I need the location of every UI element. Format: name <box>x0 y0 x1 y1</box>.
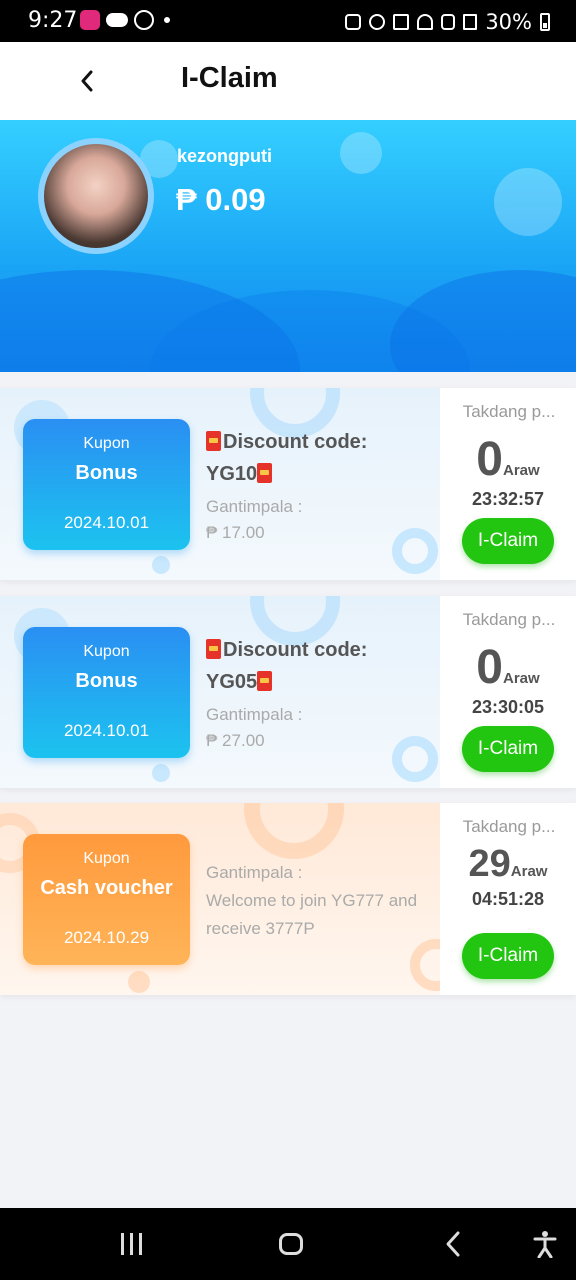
decor-bubble <box>494 168 562 236</box>
username: kezongputi <box>177 146 272 166</box>
page-title: I-Claim <box>181 62 278 94</box>
signal-icon <box>463 14 478 30</box>
days-unit: Araw <box>503 462 540 479</box>
recents-icon[interactable] <box>118 1230 144 1258</box>
coupon-description: Discount code: YG10 Gantimpala : ₱ 17.00 <box>206 426 431 546</box>
balance: ₱ 0.09 <box>176 182 266 217</box>
cloud-icon <box>106 13 128 27</box>
status-time: 9:27 <box>28 8 78 33</box>
coupon-date: 2024.10.01 <box>63 513 150 532</box>
coupon-card: Kupon Bonus 2024.10.01 Discount code: YG… <box>0 388 576 580</box>
coupon-type: Bonus <box>75 462 138 484</box>
messenger-icon <box>134 10 154 30</box>
countdown-timer: 23:32:57 <box>471 489 545 509</box>
discount-code-label: Discount code: <box>223 639 368 661</box>
avatar[interactable] <box>38 138 154 254</box>
days-unit: Araw <box>503 670 540 687</box>
coupon-description: Gantimpala : Welcome to join YG777 and r… <box>206 859 431 943</box>
countdown-timer: 04:51:28 <box>471 889 545 909</box>
coupon-badge: Kupon Cash voucher 2024.10.29 <box>23 834 190 965</box>
days-remaining: 29 <box>468 843 511 885</box>
decor-ring <box>128 971 150 993</box>
countdown-timer: 23:30:05 <box>471 697 545 717</box>
remaining-label: Takdang p... <box>462 817 556 836</box>
decor-ring <box>152 764 170 782</box>
coupon-badge: Kupon Bonus 2024.10.01 <box>23 627 190 758</box>
chevron-left-icon <box>81 70 93 92</box>
app-header: I-Claim <box>0 42 576 120</box>
prize-value: ₱ 27.00 <box>206 731 265 750</box>
mute-icon <box>393 14 410 30</box>
claim-button[interactable]: I-Claim <box>462 933 554 979</box>
days-remaining: 0 <box>476 641 503 694</box>
system-nav-bar <box>0 1208 576 1280</box>
robot-icon <box>345 14 362 30</box>
discount-code: YG10 <box>206 463 258 485</box>
back-icon[interactable] <box>443 1230 463 1258</box>
remaining-label: Takdang p... <box>462 402 556 421</box>
prize-label: Gantimpala : <box>206 497 303 516</box>
coupon-date: 2024.10.01 <box>63 721 150 740</box>
prize-label: Gantimpala : <box>206 863 303 882</box>
remaining-label: Takdang p... <box>462 610 556 629</box>
alarm-icon <box>369 14 386 30</box>
claim-button[interactable]: I-Claim <box>462 726 554 772</box>
decor-ring <box>410 939 440 991</box>
wifi-icon <box>417 14 434 30</box>
decor-ring <box>152 556 170 574</box>
home-icon[interactable] <box>279 1230 303 1258</box>
prize-value: ₱ 17.00 <box>206 523 265 542</box>
days-unit: Araw <box>510 863 548 880</box>
coupon-card: Kupon Bonus 2024.10.01 Discount code: YG… <box>0 596 576 788</box>
red-envelope-icon <box>257 463 273 483</box>
coupon-kupon-label: Kupon <box>83 435 130 452</box>
more-notifications-icon <box>164 17 170 23</box>
status-bar: 9:27 30% <box>0 0 576 42</box>
coupon-description: Discount code: YG05 Gantimpala : ₱ 27.00 <box>206 634 431 754</box>
volte-icon <box>441 14 456 30</box>
coupon-card: Kupon Cash voucher 2024.10.29 Gantimpala… <box>0 803 576 995</box>
profile-banner: kezongputi ₱ 0.09 <box>0 120 576 372</box>
battery-percent: 30% <box>485 10 532 34</box>
coupon-kupon-label: Kupon <box>83 850 130 867</box>
decor-bubble <box>340 132 382 174</box>
accessibility-icon[interactable] <box>533 1230 557 1258</box>
discount-code: YG05 <box>206 671 258 693</box>
coupon-badge: Kupon Bonus 2024.10.01 <box>23 419 190 550</box>
battery-icon <box>540 13 550 31</box>
red-envelope-icon <box>206 639 221 659</box>
red-envelope-icon <box>257 671 273 691</box>
prize-text: Welcome to join YG777 and receive 3777P <box>206 891 418 938</box>
red-envelope-icon <box>206 431 221 451</box>
coupon-kupon-label: Kupon <box>83 643 130 660</box>
claim-button[interactable]: I-Claim <box>462 518 554 564</box>
coupon-type: Cash voucher <box>40 877 173 899</box>
coupon-date: 2024.10.29 <box>63 928 150 947</box>
prize-label: Gantimpala : <box>206 705 303 724</box>
coupon-type: Bonus <box>75 670 138 692</box>
days-remaining: 0 <box>476 433 503 486</box>
decor-wave <box>390 270 576 372</box>
app-notification-icon <box>80 10 100 30</box>
decor-ring <box>244 803 344 859</box>
back-button[interactable] <box>70 64 104 98</box>
discount-code-label: Discount code: <box>223 431 368 453</box>
